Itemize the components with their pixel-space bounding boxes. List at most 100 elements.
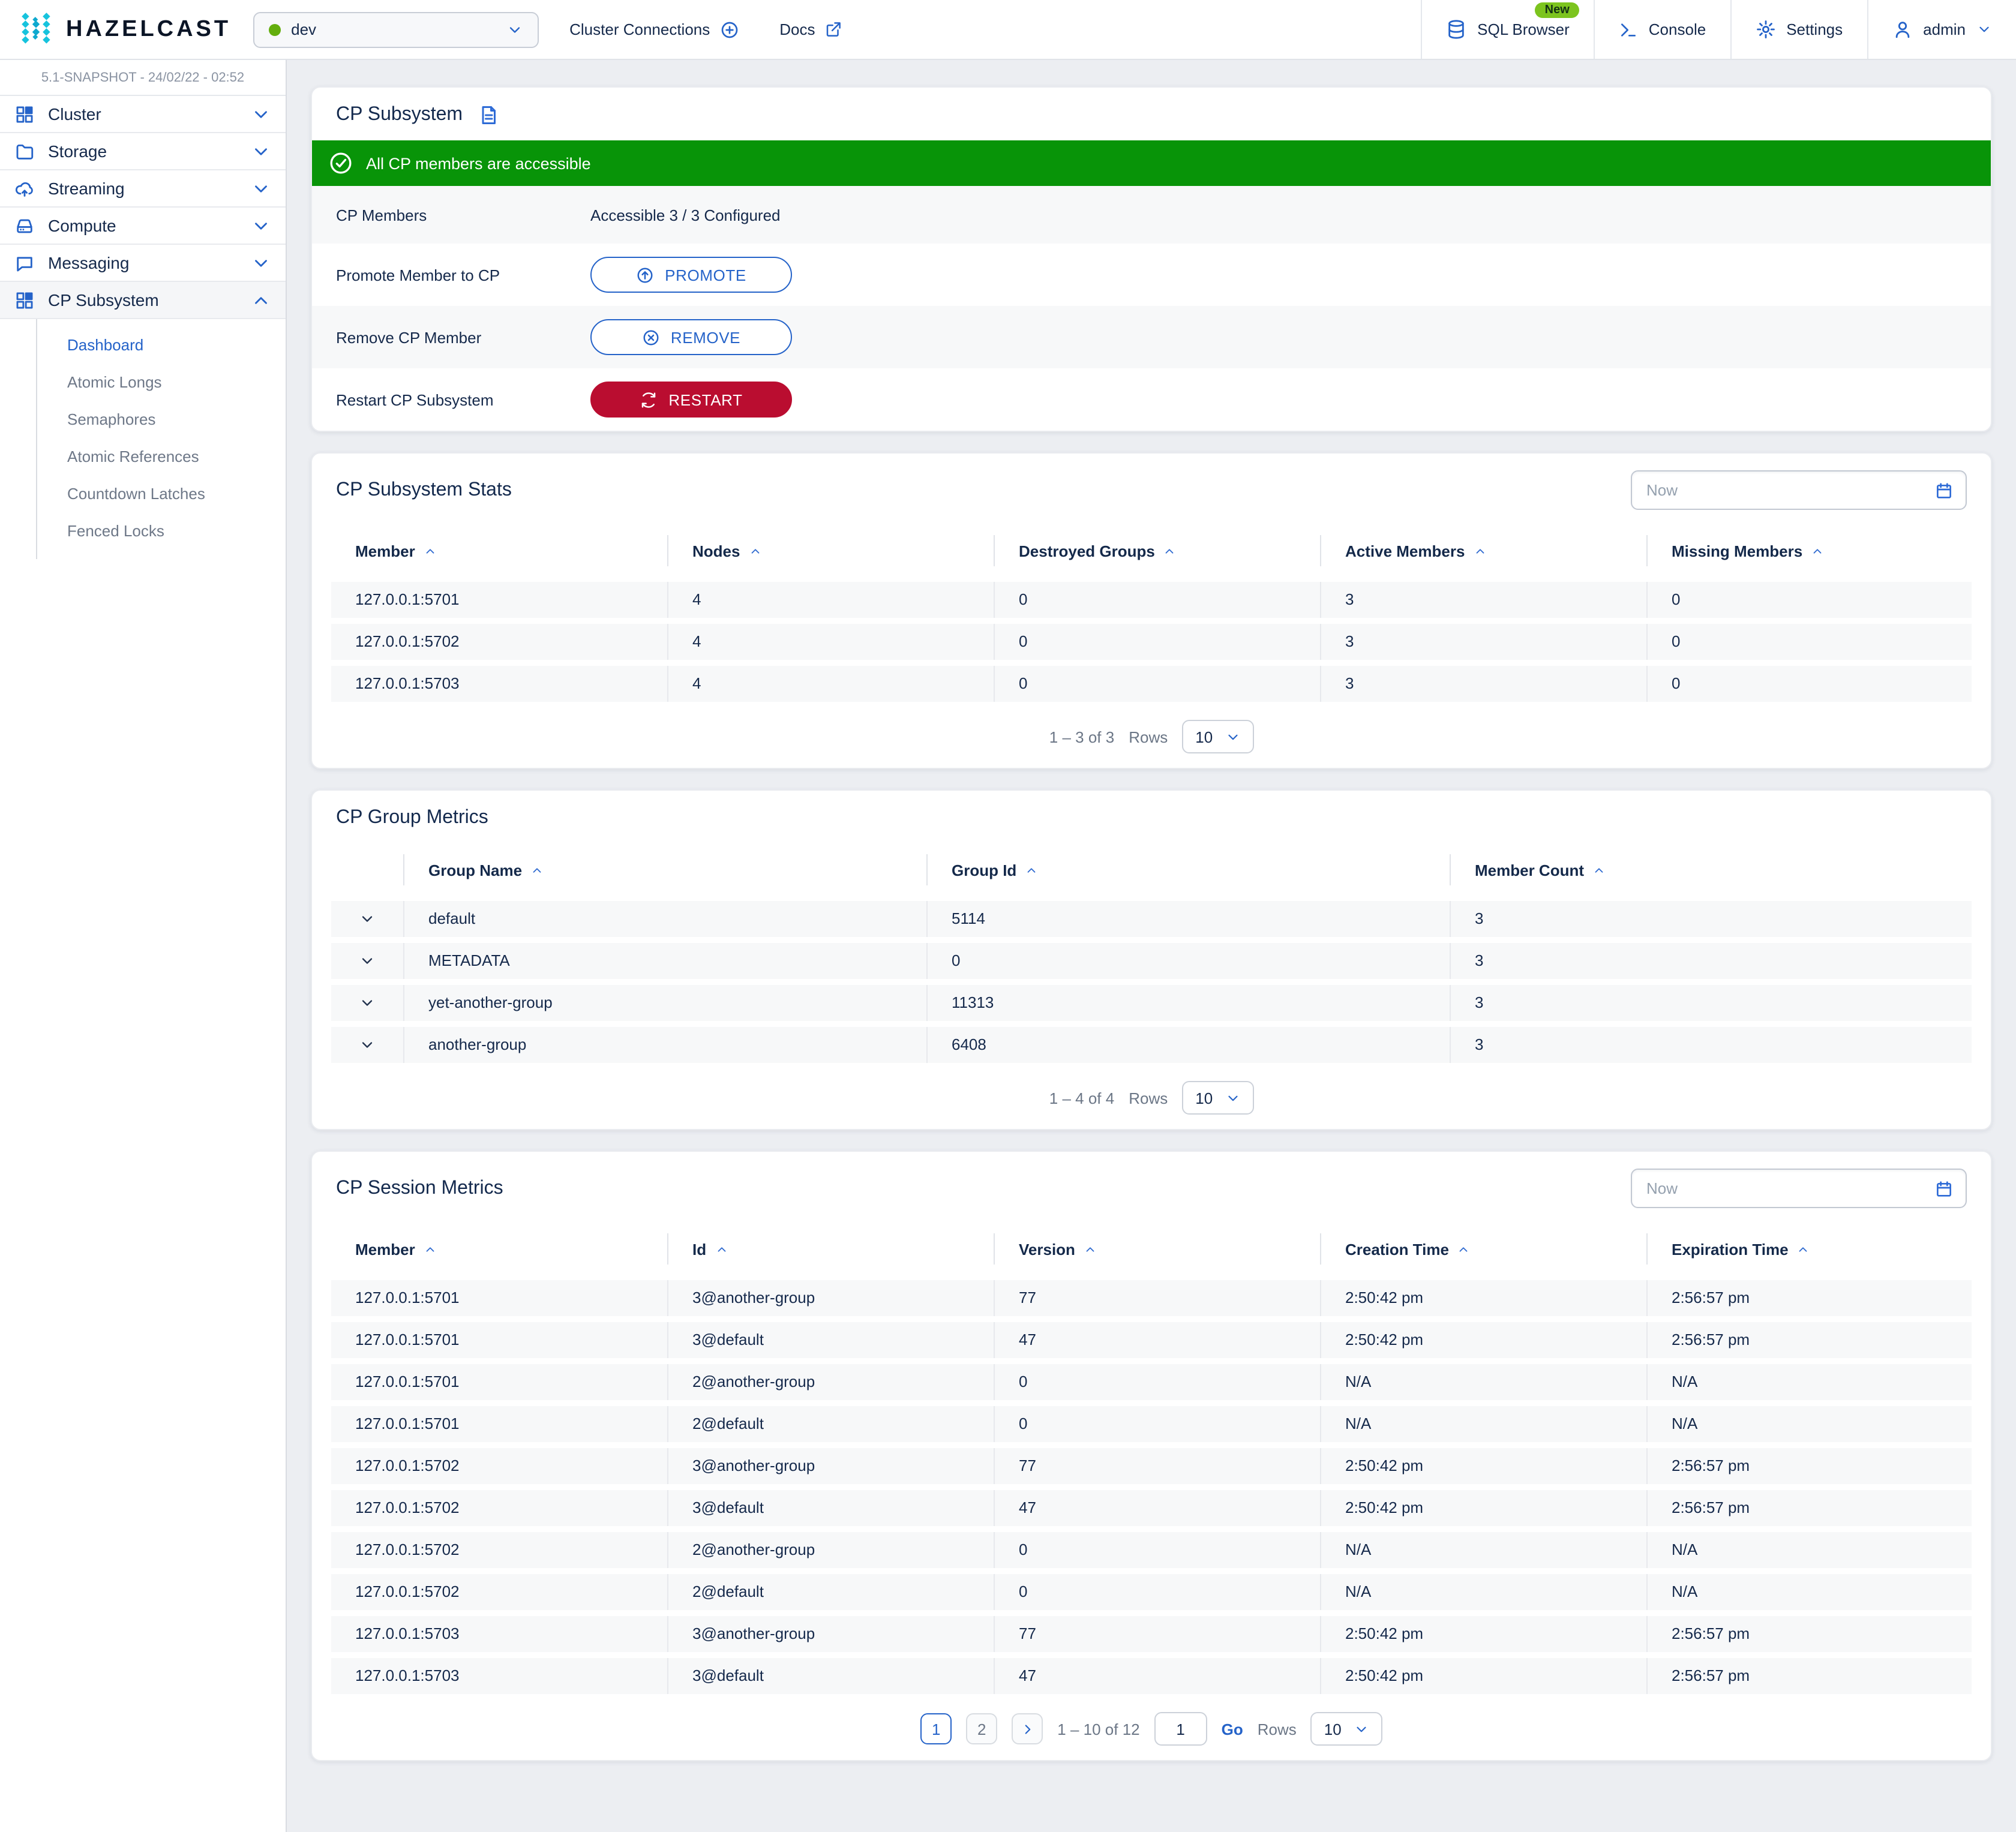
stats-col-member[interactable]: Member	[331, 535, 667, 566]
sort-asc-icon	[1811, 544, 1824, 557]
sort-asc-icon	[424, 544, 437, 557]
stats-col-active[interactable]: Active Members	[1320, 535, 1646, 566]
submenu-item[interactable]: Fenced Locks	[37, 512, 286, 549]
submenu-item[interactable]: Atomic References	[37, 438, 286, 475]
sessions-col-expiration[interactable]: Expiration Time	[1646, 1233, 1973, 1265]
docs-link[interactable]: Docs	[779, 20, 842, 38]
sort-asc-icon	[424, 1242, 437, 1256]
groups-table-row: default 5114 3	[331, 901, 1972, 937]
go-button[interactable]: Go	[1222, 1720, 1243, 1738]
page-button-2[interactable]: 2	[966, 1713, 997, 1744]
stats-table: Member Nodes Destroyed Groups Active Mem…	[312, 529, 1991, 702]
sort-asc-icon	[1473, 544, 1486, 557]
sidebar-item-storage[interactable]: Storage	[0, 133, 286, 170]
version-label: 5.1-SNAPSHOT - 24/02/22 - 02:52	[0, 60, 286, 96]
settings-button[interactable]: Settings	[1730, 0, 1867, 59]
user-icon	[1892, 19, 1912, 40]
sort-asc-icon	[1797, 1242, 1810, 1256]
page-input[interactable]	[1154, 1712, 1207, 1746]
chevron-down-icon	[251, 104, 271, 124]
cp-subsystem-panel: CP Subsystem All CP members are accessib…	[311, 86, 1992, 432]
document-icon[interactable]	[477, 104, 499, 126]
calendar-icon	[1934, 1179, 1954, 1198]
cp-members-value: Accessible 3 / 3 Configured	[590, 206, 1991, 224]
sidebar-item-streaming[interactable]: Streaming	[0, 170, 286, 208]
restart-button[interactable]: RESTART	[590, 382, 792, 418]
sessions-table-row: 127.0.0.1:5701 3@another-group 77 2:50:4…	[331, 1280, 1972, 1316]
user-menu[interactable]: admin	[1867, 0, 2016, 59]
sessions-page-size-select[interactable]: 10	[1311, 1712, 1382, 1746]
console-button[interactable]: Console	[1594, 0, 1730, 59]
chevron-down-icon	[1225, 1090, 1240, 1106]
cp-members-row: CP Members Accessible 3 / 3 Configured	[312, 186, 1991, 244]
console-label: Console	[1649, 20, 1706, 38]
expand-row-button[interactable]	[331, 1027, 403, 1063]
groups-table-row: METADATA 0 3	[331, 943, 1972, 979]
remove-button[interactable]: REMOVE	[590, 319, 792, 355]
sidebar: 5.1-SNAPSHOT - 24/02/22 - 02:52 Cluster …	[0, 60, 287, 1832]
sidebar-item-cp-subsystem[interactable]: CP Subsystem	[0, 282, 286, 319]
remove-label: Remove CP Member	[336, 328, 590, 346]
cluster-connections-link[interactable]: Cluster Connections	[569, 20, 739, 39]
stats-time-picker-value: Now	[1646, 481, 1934, 499]
stats-col-destroyed[interactable]: Destroyed Groups	[994, 535, 1320, 566]
chevron-down-icon	[251, 178, 271, 199]
sessions-col-member[interactable]: Member	[331, 1233, 667, 1265]
expand-row-button[interactable]	[331, 985, 403, 1021]
hazelcast-logo[interactable]: HAZELCAST	[0, 11, 253, 47]
sessions-table-row: 127.0.0.1:5703 3@default 47 2:50:42 pm 2…	[331, 1658, 1972, 1694]
cp-subsystem-submenu: Dashboard Atomic Longs Semaphores Atomic…	[36, 319, 286, 559]
sessions-col-creation[interactable]: Creation Time	[1320, 1233, 1646, 1265]
stats-page-size-select[interactable]: 10	[1182, 720, 1253, 753]
sessions-title: CP Session Metrics	[336, 1178, 503, 1199]
expand-row-button[interactable]	[331, 901, 403, 937]
arrow-up-circle-icon	[636, 266, 654, 284]
stats-time-picker[interactable]: Now	[1631, 470, 1967, 510]
stats-col-missing[interactable]: Missing Members	[1646, 535, 1973, 566]
sort-asc-icon	[1592, 863, 1606, 876]
chevron-down-icon	[1225, 729, 1240, 744]
sort-asc-icon	[1084, 1242, 1097, 1256]
gear-icon	[1755, 19, 1775, 40]
sessions-table-row: 127.0.0.1:5703 3@another-group 77 2:50:4…	[331, 1616, 1972, 1652]
sessions-table-row: 127.0.0.1:5701 3@default 47 2:50:42 pm 2…	[331, 1322, 1972, 1358]
submenu-item[interactable]: Semaphores	[37, 401, 286, 438]
cp-group-metrics-panel: CP Group Metrics Group Name Group Id Mem…	[311, 789, 1992, 1130]
expand-row-button[interactable]	[331, 943, 403, 979]
app-root: HAZELCAST dev Cluster Connections Docs N…	[0, 0, 2016, 1832]
sessions-time-picker[interactable]: Now	[1631, 1169, 1967, 1208]
promote-button[interactable]: PROMOTE	[590, 257, 792, 293]
promote-label: Promote Member to CP	[336, 266, 590, 284]
submenu-item[interactable]: Atomic Longs	[37, 364, 286, 401]
grid-icon	[14, 290, 35, 310]
chevron-down-icon	[359, 911, 376, 927]
sort-asc-icon	[1163, 544, 1177, 557]
sidebar-item-compute[interactable]: Compute	[0, 208, 286, 245]
rows-label: Rows	[1258, 1720, 1297, 1738]
groups-page-size-select[interactable]: 10	[1182, 1081, 1253, 1115]
sort-asc-icon	[715, 1242, 728, 1256]
database-icon	[1446, 19, 1466, 40]
settings-label: Settings	[1786, 20, 1843, 38]
groups-col-id[interactable]: Group Id	[926, 854, 1450, 885]
chevron-down-icon	[506, 21, 523, 38]
sql-browser-button[interactable]: New SQL Browser	[1421, 0, 1594, 59]
sessions-table-row: 127.0.0.1:5702 3@another-group 77 2:50:4…	[331, 1448, 1972, 1484]
chevron-down-icon	[251, 215, 271, 236]
sidebar-item-cluster[interactable]: Cluster	[0, 96, 286, 133]
groups-range: 1 – 4 of 4	[1049, 1089, 1114, 1107]
chevron-right-icon	[1019, 1721, 1035, 1737]
cluster-select[interactable]: dev	[253, 11, 538, 47]
sessions-col-version[interactable]: Version	[994, 1233, 1320, 1265]
cloud-icon	[14, 178, 35, 199]
submenu-item[interactable]: Dashboard	[37, 326, 286, 364]
sessions-col-id[interactable]: Id	[667, 1233, 994, 1265]
groups-col-name[interactable]: Group Name	[403, 854, 926, 885]
page-button-1[interactable]: 1	[920, 1713, 952, 1744]
terminal-icon	[1619, 20, 1638, 39]
next-page-button[interactable]	[1012, 1713, 1043, 1744]
sidebar-item-messaging[interactable]: Messaging	[0, 245, 286, 282]
stats-col-nodes[interactable]: Nodes	[667, 535, 994, 566]
submenu-item[interactable]: Countdown Latches	[37, 475, 286, 512]
groups-col-count[interactable]: Member Count	[1450, 854, 1973, 885]
